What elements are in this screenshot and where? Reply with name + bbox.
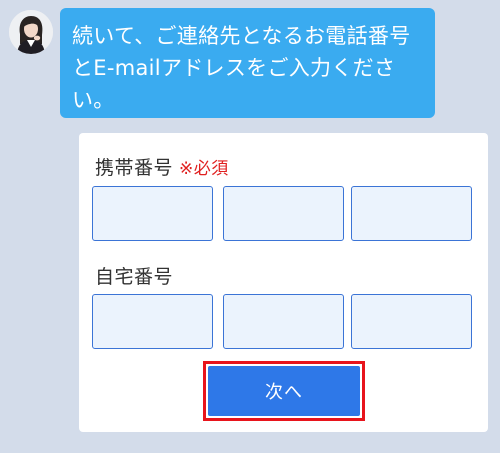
home-number-field-3[interactable] — [351, 294, 472, 349]
home-number-label-text: 自宅番号 — [95, 266, 174, 288]
mobile-number-label-text: 携帯番号 — [95, 157, 174, 179]
home-number-field-2[interactable] — [223, 294, 344, 349]
home-number-field-1[interactable] — [92, 294, 213, 349]
next-button-label: 次へ — [265, 382, 303, 403]
operator-avatar-icon — [9, 10, 53, 54]
home-number-label: 自宅番号 — [95, 262, 173, 289]
operator-message-text: 続いて、ご連絡先となるお電話番号とE-mailアドレスをご入力ください。 — [72, 24, 411, 112]
operator-message-bubble: 続いて、ご連絡先となるお電話番号とE-mailアドレスをご入力ください。 — [60, 8, 435, 118]
mobile-number-field-2[interactable] — [223, 186, 344, 241]
mobile-number-field-3[interactable] — [351, 186, 472, 241]
required-badge: ※必須 — [179, 159, 229, 179]
phone-form: 携帯番号 ※必須 自宅番号 次へ — [79, 133, 488, 432]
mobile-number-label: 携帯番号 ※必須 — [95, 153, 229, 180]
next-button[interactable]: 次へ — [208, 366, 360, 416]
mobile-number-field-1[interactable] — [92, 186, 213, 241]
